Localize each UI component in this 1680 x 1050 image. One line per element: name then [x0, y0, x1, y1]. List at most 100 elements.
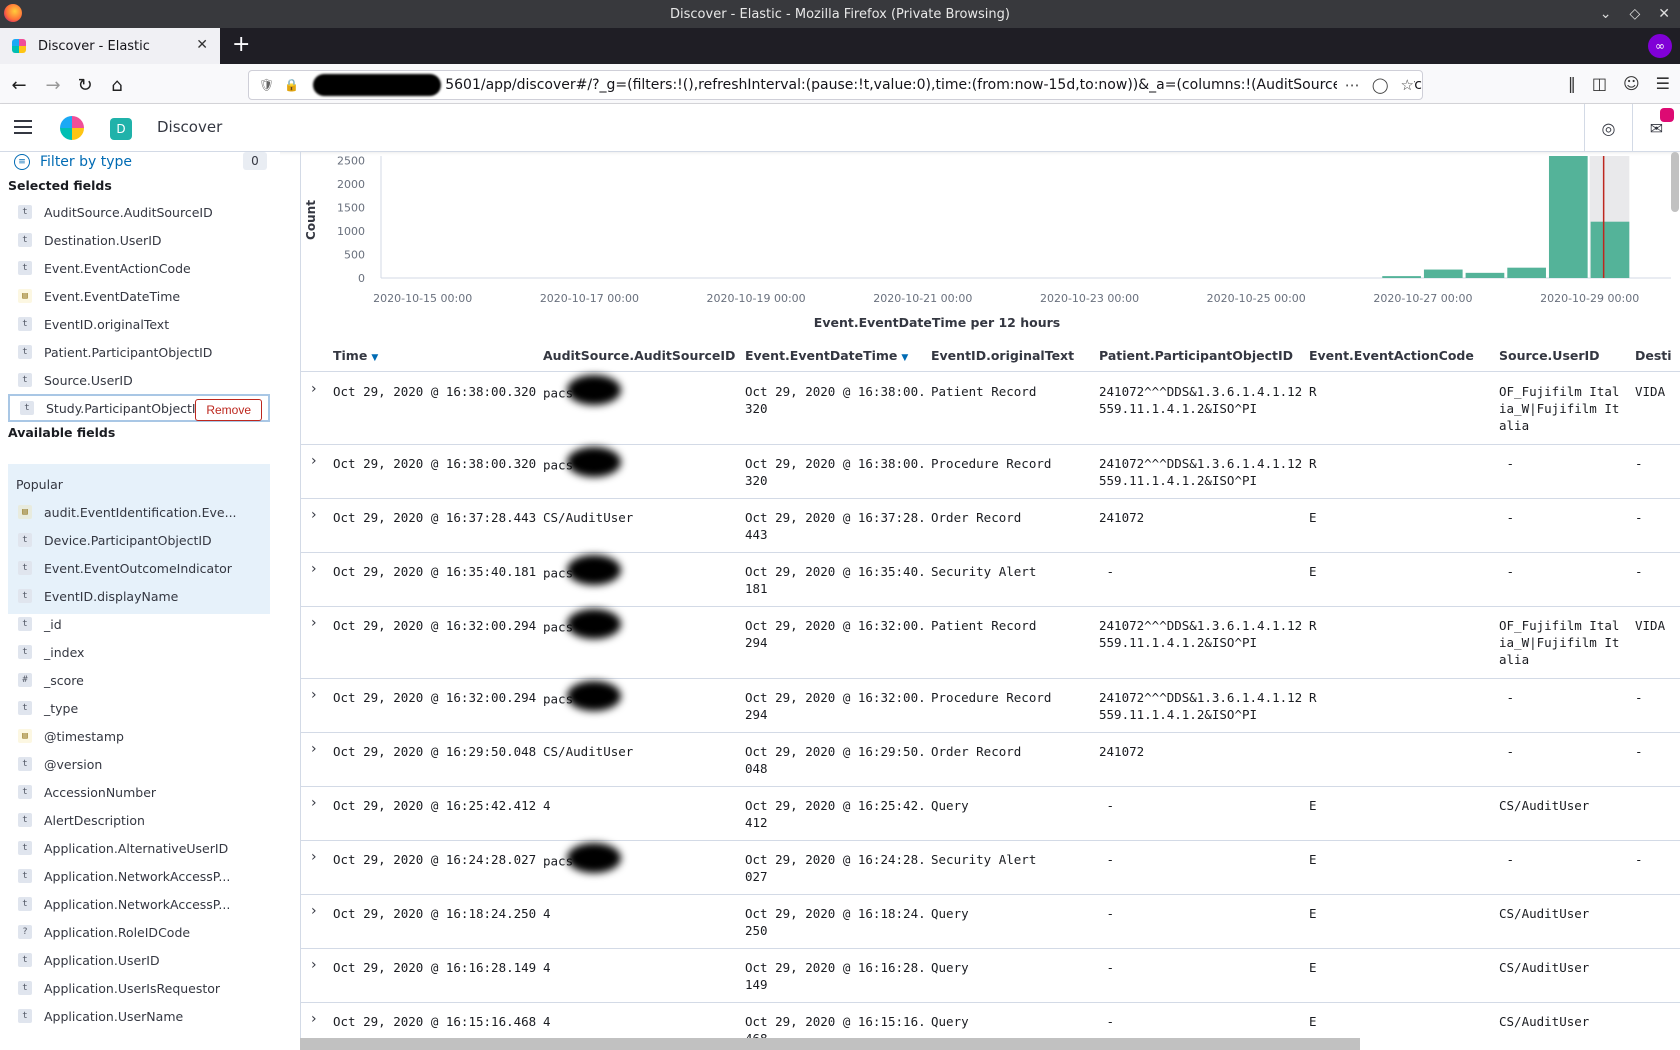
table-row[interactable]: › Oct 29, 2020 @ 16:32:00.294 pacs Oct 29, …	[301, 679, 1680, 733]
field-item[interactable]: t Application.UserID	[8, 946, 270, 974]
field-item[interactable]: t _type	[8, 694, 270, 722]
histogram-bar[interactable]	[1382, 276, 1421, 278]
th-destination[interactable]: Desti	[1635, 348, 1672, 363]
th-event-datetime[interactable]: Event.EventDateTime ▼	[745, 348, 908, 363]
browser-tab-discover[interactable]: Discover - Elastic ✕	[0, 28, 220, 64]
th-time[interactable]: Time ▼	[333, 348, 378, 363]
cell-value: Oct 29, 2020 @ 16:16:28. 149	[745, 960, 926, 992]
minimize-icon[interactable]: ⌄	[1600, 6, 1612, 22]
expand-row-icon[interactable]: ›	[311, 615, 317, 631]
field-item[interactable]: t AlertDescription	[8, 806, 270, 834]
table-row[interactable]: › Oct 29, 2020 @ 16:38:00.320 pacs Oct 29, …	[301, 373, 1680, 445]
expand-row-icon[interactable]: ›	[311, 795, 317, 811]
sort-desc-icon[interactable]: ▼	[371, 353, 378, 363]
expand-row-icon[interactable]: ›	[311, 687, 317, 703]
field-item[interactable]: t Event.EventActionCode	[8, 254, 270, 282]
filter-by-type-button[interactable]: ≡ Filter by type	[14, 152, 132, 172]
field-item[interactable]: ▤ audit.EventIdentification.Eve...	[8, 498, 270, 526]
expand-row-icon[interactable]: ›	[311, 507, 317, 523]
table-row[interactable]: › Oct 29, 2020 @ 16:29:50.048 CS/AuditUser…	[301, 733, 1680, 787]
pocket-icon[interactable]: ◯	[1372, 76, 1389, 94]
field-item[interactable]: t AuditSource.AuditSourceID	[8, 198, 270, 226]
table-row[interactable]: › Oct 29, 2020 @ 16:38:00.320 pacs Oct 29, …	[301, 445, 1680, 499]
th-action-code[interactable]: Event.EventActionCode	[1309, 348, 1474, 363]
field-item[interactable]: t @version	[8, 750, 270, 778]
field-item[interactable]: t Application.UserIsRequestor	[8, 974, 270, 1002]
field-item[interactable]: t AccessionNumber	[8, 778, 270, 806]
expand-row-icon[interactable]: ›	[311, 381, 317, 397]
histogram-bar[interactable]	[1507, 267, 1546, 278]
th-original-text[interactable]: EventID.originalText	[931, 348, 1074, 363]
histogram-bar[interactable]	[1423, 269, 1463, 278]
shield-icon[interactable]: 🛡	[259, 78, 274, 92]
bookmark-star-icon[interactable]: ☆	[1401, 76, 1414, 94]
close-window-icon[interactable]: ✕	[1658, 6, 1670, 22]
sort-desc-icon[interactable]: ▼	[901, 353, 908, 363]
field-item[interactable]: t Device.ParticipantObjectID	[8, 526, 270, 554]
table-row[interactable]: › Oct 29, 2020 @ 16:24:28.027 pacs Oct 29, …	[301, 841, 1680, 895]
field-item[interactable]: t EventID.displayName	[8, 582, 270, 610]
table-row[interactable]: › Oct 29, 2020 @ 16:18:24.250 4 Oct 29, 202…	[301, 895, 1680, 949]
vertical-scrollbar[interactable]	[1671, 152, 1679, 212]
th-patient-id[interactable]: Patient.ParticipantObjectID	[1099, 348, 1293, 363]
expand-row-icon[interactable]: ›	[311, 453, 317, 469]
field-item[interactable]: t _index	[8, 638, 270, 666]
histogram-bar[interactable]	[1548, 156, 1588, 278]
expand-row-icon[interactable]: ›	[311, 849, 317, 865]
table-row[interactable]: › Oct 29, 2020 @ 16:37:28.443 CS/AuditUser…	[301, 499, 1680, 553]
menu-icon[interactable]: ☰	[1656, 74, 1670, 93]
table-row[interactable]: › Oct 29, 2020 @ 16:35:40.181 pacs Oct 29, …	[301, 553, 1680, 607]
nav-menu-icon[interactable]	[14, 118, 32, 136]
histogram-chart[interactable]: Count 2500 2000 1500 1000 500 0 2020-10-15 00:0…	[301, 152, 1671, 332]
expand-row-icon[interactable]: ›	[311, 903, 317, 919]
space-avatar[interactable]: D	[110, 118, 132, 140]
page-actions-icon[interactable]: ⋯	[1345, 76, 1360, 94]
field-item[interactable]: t Patient.ParticipantObjectID	[8, 338, 270, 366]
horizontal-scrollbar[interactable]	[300, 1038, 1360, 1050]
expand-row-icon[interactable]: ›	[311, 561, 317, 577]
expand-row-icon[interactable]: ›	[311, 1011, 317, 1027]
expand-row-icon[interactable]: ›	[311, 957, 317, 973]
expand-row-icon[interactable]: ›	[311, 741, 317, 757]
sidebar-toggle-icon[interactable]: ◫	[1592, 74, 1607, 93]
new-tab-icon[interactable]: +	[232, 32, 250, 57]
field-item[interactable]: t EventID.originalText	[8, 310, 270, 338]
table-row[interactable]: › Oct 29, 2020 @ 16:25:42.412 4 Oct 29, 202…	[301, 787, 1680, 841]
account-icon[interactable]: ☺	[1623, 74, 1640, 93]
help-icon[interactable]: ◎	[1584, 104, 1632, 152]
home-icon[interactable]: ⌂	[104, 72, 130, 98]
table-row[interactable]: › Oct 29, 2020 @ 16:16:28.149 4 Oct 29, 202…	[301, 949, 1680, 1003]
elastic-logo-icon[interactable]	[60, 116, 84, 140]
reload-icon[interactable]: ↻	[72, 72, 98, 98]
field-item[interactable]: t Source.UserID	[8, 366, 270, 394]
field-item[interactable]: t Destination.UserID	[8, 226, 270, 254]
th-source-user[interactable]: Source.UserID	[1499, 348, 1600, 363]
field-item[interactable]: ▤ Event.EventDateTime	[8, 282, 270, 310]
cell-pid: -	[1099, 563, 1115, 580]
insecure-lock-icon[interactable]: 🔒	[284, 78, 299, 92]
th-audit-source[interactable]: AuditSource.AuditSourceID	[543, 348, 735, 363]
field-item[interactable]: t Application.UserName	[8, 1002, 270, 1030]
newsfeed-icon[interactable]: ✉	[1632, 104, 1680, 152]
maximize-icon[interactable]: ◇	[1629, 6, 1640, 22]
remove-field-button[interactable]: Remove	[195, 399, 262, 421]
address-bar[interactable]: 🛡 🔒 5601/app/discover#/?_g=(filters:!(),…	[248, 70, 1423, 100]
histogram-bar[interactable]	[1465, 272, 1505, 278]
field-item[interactable]: t Application.NetworkAccessP...	[8, 862, 270, 890]
cell-text: Procedure Record	[931, 455, 1051, 472]
field-item[interactable]: t Event.EventOutcomeIndicator	[8, 554, 270, 582]
field-item[interactable]: t _id	[8, 610, 270, 638]
histogram-bar[interactable]	[1590, 221, 1630, 278]
table-row[interactable]: › Oct 29, 2020 @ 16:32:00.294 pacs Oct 29, …	[301, 607, 1680, 679]
field-item[interactable]: t Study.ParticipantObjectID Remove	[8, 394, 270, 422]
forward-icon[interactable]: →	[40, 72, 66, 98]
field-item[interactable]: ? Application.RoleIDCode	[8, 918, 270, 946]
field-item[interactable]: t Application.AlternativeUserID	[8, 834, 270, 862]
field-item[interactable]: ▤ @timestamp	[8, 722, 270, 750]
cell-edt: Oct 29, 2020 @ 16:32:00. 294	[745, 689, 926, 723]
library-icon[interactable]: ‖	[1568, 74, 1576, 93]
field-item[interactable]: t Application.NetworkAccessP...	[8, 890, 270, 918]
back-icon[interactable]: ←	[6, 72, 32, 98]
field-item[interactable]: # _score	[8, 666, 270, 694]
close-tab-icon[interactable]: ✕	[196, 37, 208, 53]
